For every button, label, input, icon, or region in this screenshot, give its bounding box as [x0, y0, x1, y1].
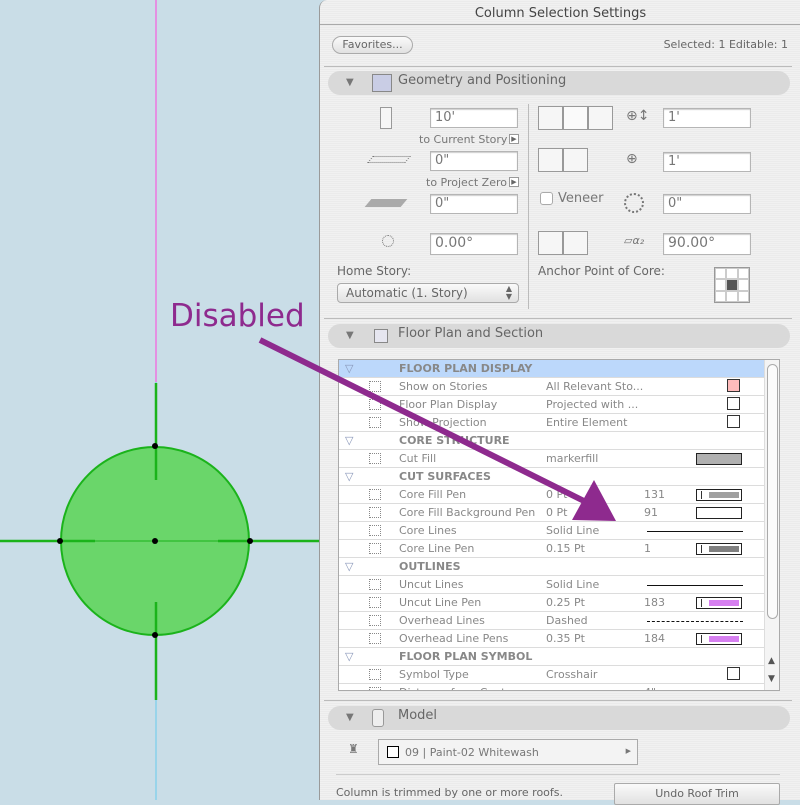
annotation-arrow: [258, 337, 616, 521]
